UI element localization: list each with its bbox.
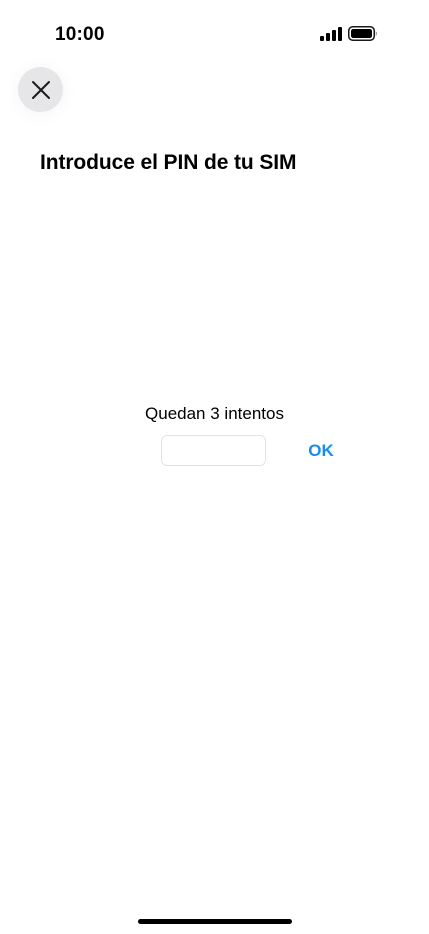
attempts-remaining-label: Quedan 3 intentos xyxy=(145,404,284,423)
home-indicator[interactable] xyxy=(138,919,292,924)
close-button[interactable] xyxy=(18,67,63,112)
page-title: Introduce el PIN de tu SIM xyxy=(40,151,297,174)
status-time: 10:00 xyxy=(55,24,105,45)
pin-input[interactable] xyxy=(161,435,266,466)
ok-button[interactable]: OK xyxy=(300,438,342,464)
status-bar: 10:00 xyxy=(0,0,429,60)
signal-bars-icon xyxy=(320,27,342,41)
close-icon xyxy=(31,80,50,99)
battery-icon xyxy=(348,26,377,41)
